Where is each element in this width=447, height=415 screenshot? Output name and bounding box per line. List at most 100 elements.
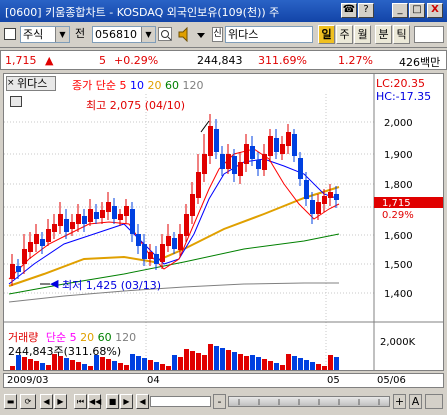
title-bar: [0600] 키움종합차트 - KOSDAQ 외국인보유(109(천)) 주 ☎… bbox=[0, 0, 447, 22]
y-tick: 1,600 bbox=[384, 231, 413, 242]
candle bbox=[232, 156, 237, 174]
tab-tick[interactable]: 틱 bbox=[393, 25, 410, 44]
tab-minute[interactable]: 분 bbox=[375, 25, 392, 44]
prev-icon[interactable]: ◀ bbox=[40, 394, 53, 409]
zoom-out-button[interactable]: - bbox=[213, 394, 226, 409]
volume-bar bbox=[82, 364, 87, 370]
current-price: 1,715 bbox=[5, 54, 37, 67]
candle bbox=[184, 214, 189, 236]
left-scroll-icon[interactable]: ◀ bbox=[136, 394, 149, 409]
volume-bar bbox=[322, 366, 327, 370]
candle bbox=[52, 224, 57, 232]
stock-name-field: 위다스 bbox=[225, 26, 313, 43]
volume-bar bbox=[106, 359, 111, 370]
y-tick: 1,500 bbox=[384, 260, 413, 271]
candle bbox=[82, 216, 87, 224]
candle bbox=[10, 264, 15, 279]
rewind-icon[interactable]: ◀◀ bbox=[88, 394, 101, 409]
volume-bar bbox=[70, 360, 75, 370]
candle bbox=[136, 234, 141, 246]
low-annotation: 최저 1,425 (03/13) bbox=[62, 279, 162, 292]
help-button[interactable]: ? bbox=[358, 3, 374, 18]
volume-bar bbox=[214, 346, 219, 370]
minimize-button[interactable]: _ bbox=[392, 3, 408, 18]
chevron-down-icon[interactable]: ▼ bbox=[141, 27, 155, 42]
volume-bar bbox=[184, 349, 189, 370]
candle bbox=[160, 244, 165, 262]
volume-bar bbox=[28, 359, 33, 370]
volume-bar bbox=[292, 356, 297, 370]
candle bbox=[118, 214, 123, 220]
config-icon[interactable] bbox=[4, 28, 16, 40]
close-button[interactable]: X bbox=[427, 3, 443, 18]
candle bbox=[94, 212, 99, 219]
price-chart[interactable]: 1,715 0.29% 2,000 1,900 1,800 1,600 1,50… bbox=[4, 74, 443, 370]
volume-bar bbox=[118, 363, 123, 370]
scroll-spinner[interactable] bbox=[414, 26, 444, 43]
volume-ratio: 311.69% bbox=[258, 54, 307, 67]
grid-icon[interactable] bbox=[10, 96, 22, 107]
current-price-tag: 1,715 bbox=[382, 198, 411, 209]
volume-bar bbox=[208, 344, 213, 370]
ma-period: 10 bbox=[129, 79, 144, 92]
candle bbox=[292, 134, 297, 156]
volume-bar bbox=[250, 355, 255, 370]
zoom-slider[interactable] bbox=[228, 396, 390, 407]
volume-bar bbox=[148, 360, 153, 370]
candle bbox=[250, 146, 255, 159]
first-icon[interactable]: ⏮ bbox=[74, 394, 87, 409]
volume-bar bbox=[130, 354, 135, 370]
chart-area[interactable]: 1,715 0.29% 2,000 1,900 1,800 1,600 1,50… bbox=[3, 73, 444, 371]
hc-label: HC:-17.35 bbox=[376, 90, 432, 103]
zoom-in-button[interactable]: + bbox=[393, 394, 406, 409]
tab-weekly[interactable]: 주 bbox=[336, 25, 353, 44]
scroll-icon[interactable]: ▬ bbox=[4, 394, 17, 409]
play-icon[interactable]: ▶ bbox=[120, 394, 133, 409]
trade-amount: 426백만 bbox=[399, 56, 441, 69]
refresh-icon[interactable]: ⟳ bbox=[20, 394, 36, 409]
maximize-button[interactable]: □ bbox=[409, 3, 425, 18]
stock-code-value: 056810 bbox=[95, 28, 137, 41]
high-annotation: 최고 2,075 (04/10) bbox=[86, 99, 186, 112]
close-icon[interactable]: × bbox=[7, 78, 15, 88]
volume-bar bbox=[160, 364, 165, 370]
candle bbox=[226, 154, 231, 169]
tab-daily[interactable]: 일 bbox=[318, 25, 335, 44]
ma-period: 120 bbox=[182, 79, 204, 92]
type-select[interactable]: 주식 ▼ bbox=[20, 26, 70, 43]
candle bbox=[106, 202, 111, 212]
settings-icon[interactable] bbox=[425, 394, 443, 409]
candle bbox=[100, 210, 105, 218]
up-arrow-icon: ▲ bbox=[45, 54, 54, 67]
chevron-down-icon[interactable]: ▼ bbox=[55, 27, 69, 42]
volume-bar bbox=[268, 361, 273, 370]
ma-period: 20 bbox=[147, 79, 162, 92]
scroll-track[interactable] bbox=[150, 396, 211, 407]
speaker-icon[interactable] bbox=[177, 26, 207, 43]
volume-bar bbox=[40, 363, 45, 370]
volume-bar bbox=[190, 351, 195, 370]
auto-button[interactable]: A bbox=[409, 394, 422, 409]
ma-legend[interactable]: 종가 단순 5 10 20 60 120 bbox=[72, 77, 203, 93]
volume-info: 244,843주(311.68%) bbox=[8, 345, 122, 358]
volume-bar bbox=[136, 356, 141, 370]
candle bbox=[130, 209, 135, 234]
y-tick: 1,800 bbox=[384, 180, 413, 191]
search-icon[interactable] bbox=[158, 27, 172, 41]
volume-bar bbox=[328, 355, 333, 370]
volume-bar bbox=[10, 366, 15, 370]
candle bbox=[88, 209, 93, 222]
candle bbox=[304, 180, 309, 199]
tab-monthly[interactable]: 월 bbox=[354, 25, 371, 44]
stop-icon[interactable]: ■ bbox=[106, 394, 119, 409]
candle bbox=[112, 206, 117, 219]
date-label: 2009/03 bbox=[7, 375, 49, 386]
date-axis: 2009/03 04 05 05/06 bbox=[3, 373, 444, 388]
volume-bar bbox=[142, 358, 147, 370]
next-icon[interactable]: ▶ bbox=[54, 394, 67, 409]
current-pct-tag: 0.29% bbox=[382, 210, 414, 221]
stock-code-input[interactable]: 056810 ▼ bbox=[92, 26, 156, 43]
candle bbox=[16, 266, 21, 272]
phone-icon[interactable]: ☎ bbox=[341, 3, 357, 18]
volume-bar bbox=[304, 360, 309, 370]
